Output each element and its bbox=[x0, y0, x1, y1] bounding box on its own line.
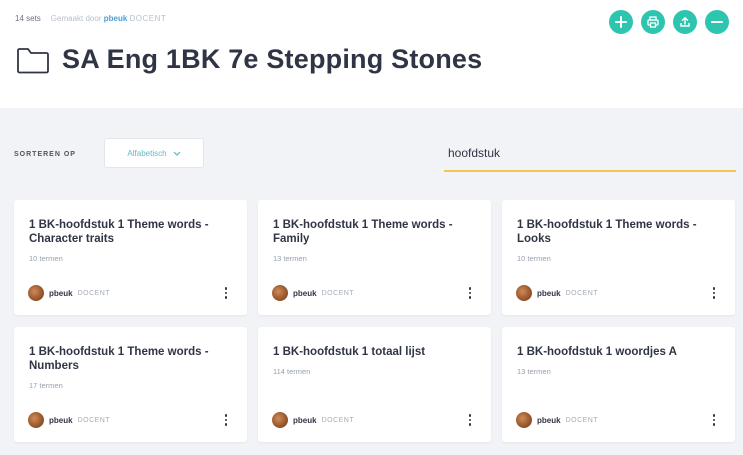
more-vertical-icon bbox=[712, 287, 716, 290]
set-title[interactable]: 1 BK-hoofdstuk 1 totaal lijst bbox=[273, 345, 478, 359]
set-term-count: 17 termen bbox=[29, 381, 63, 390]
more-options-button[interactable] bbox=[221, 412, 231, 428]
set-title[interactable]: 1 BK-hoofdstuk 1 Theme words - Character… bbox=[29, 218, 234, 246]
remove-button[interactable] bbox=[705, 10, 729, 34]
plus-icon bbox=[615, 16, 627, 28]
sort-dropdown[interactable]: Alfabetisch bbox=[104, 138, 204, 168]
avatar bbox=[516, 412, 532, 428]
sort-value: Alfabetisch bbox=[127, 148, 167, 158]
author-name: pbeuk bbox=[293, 288, 317, 298]
set-card[interactable]: 1 BK-hoofdstuk 1 Theme words - Looks 10 … bbox=[502, 200, 735, 315]
author-role: DOCENT bbox=[565, 289, 599, 297]
avatar bbox=[272, 412, 288, 428]
more-vertical-icon bbox=[468, 414, 472, 417]
set-term-count: 10 termen bbox=[29, 254, 63, 263]
folder-actions bbox=[609, 10, 729, 34]
set-term-count: 10 termen bbox=[517, 254, 551, 263]
made-by-role: DOCENT bbox=[129, 14, 167, 23]
author-name: pbeuk bbox=[293, 415, 317, 425]
sort-label: SORTEREN OP bbox=[14, 151, 76, 158]
made-by-label: Gemaakt door bbox=[50, 14, 102, 23]
set-author[interactable]: pbeuk DOCENT bbox=[28, 412, 110, 428]
set-term-count: 13 termen bbox=[517, 367, 551, 376]
author-role: DOCENT bbox=[77, 289, 111, 297]
author-name: pbeuk bbox=[537, 415, 561, 425]
print-icon bbox=[647, 16, 659, 28]
more-options-button[interactable] bbox=[221, 285, 231, 301]
sets-grid: 1 BK-hoofdstuk 1 Theme words - Character… bbox=[14, 200, 735, 442]
avatar bbox=[28, 285, 44, 301]
set-title[interactable]: 1 BK-hoofdstuk 1 Theme words - Looks bbox=[517, 218, 722, 246]
set-title[interactable]: 1 BK-hoofdstuk 1 Theme words - Numbers bbox=[29, 345, 234, 373]
minus-icon bbox=[711, 21, 723, 23]
set-term-count: 13 termen bbox=[273, 254, 307, 263]
more-options-button[interactable] bbox=[465, 285, 475, 301]
set-card[interactable]: 1 BK-hoofdstuk 1 Theme words - Character… bbox=[14, 200, 247, 315]
page-title: SA Eng 1BK 7e Stepping Stones bbox=[62, 44, 483, 74]
set-author[interactable]: pbeuk DOCENT bbox=[272, 412, 354, 428]
sets-count: 14 sets bbox=[15, 14, 41, 23]
folder-meta: 14 sets Gemaakt door pbeuk DOCENT bbox=[15, 14, 166, 23]
more-vertical-icon bbox=[224, 414, 228, 417]
avatar bbox=[272, 285, 288, 301]
set-author[interactable]: pbeuk DOCENT bbox=[516, 412, 598, 428]
set-card[interactable]: 1 BK-hoofdstuk 1 Theme words - Family 13… bbox=[258, 200, 491, 315]
search-field bbox=[444, 138, 736, 172]
more-vertical-icon bbox=[224, 287, 228, 290]
more-options-button[interactable] bbox=[709, 412, 719, 428]
author-name: pbeuk bbox=[537, 288, 561, 298]
print-button[interactable] bbox=[641, 10, 665, 34]
sets-panel: SORTEREN OP Alfabetisch 1 BK-hoofdstuk 1… bbox=[0, 108, 743, 455]
more-options-button[interactable] bbox=[709, 285, 719, 301]
upload-icon bbox=[680, 16, 690, 27]
search-input[interactable] bbox=[446, 140, 730, 166]
title-row: SA Eng 1BK 7e Stepping Stones bbox=[16, 44, 482, 75]
set-card[interactable]: 1 BK-hoofdstuk 1 totaal lijst 114 termen… bbox=[258, 327, 491, 442]
avatar bbox=[28, 412, 44, 428]
more-vertical-icon bbox=[712, 414, 716, 417]
set-card[interactable]: 1 BK-hoofdstuk 1 woordjes A 13 termen pb… bbox=[502, 327, 735, 442]
set-author[interactable]: pbeuk DOCENT bbox=[516, 285, 598, 301]
set-card[interactable]: 1 BK-hoofdstuk 1 Theme words - Numbers 1… bbox=[14, 327, 247, 442]
author-role: DOCENT bbox=[321, 289, 355, 297]
more-vertical-icon bbox=[468, 287, 472, 290]
author-name: pbeuk bbox=[49, 288, 73, 298]
set-term-count: 114 termen bbox=[273, 367, 311, 376]
set-author[interactable]: pbeuk DOCENT bbox=[28, 285, 110, 301]
chevron-down-icon bbox=[173, 151, 180, 156]
author-role: DOCENT bbox=[565, 416, 599, 424]
made-by-user-link[interactable]: pbeuk bbox=[104, 14, 128, 23]
share-button[interactable] bbox=[673, 10, 697, 34]
avatar bbox=[516, 285, 532, 301]
set-author[interactable]: pbeuk DOCENT bbox=[272, 285, 354, 301]
author-role: DOCENT bbox=[321, 416, 355, 424]
author-role: DOCENT bbox=[77, 416, 111, 424]
set-title[interactable]: 1 BK-hoofdstuk 1 woordjes A bbox=[517, 345, 722, 359]
add-button[interactable] bbox=[609, 10, 633, 34]
author-name: pbeuk bbox=[49, 415, 73, 425]
more-options-button[interactable] bbox=[465, 412, 475, 428]
set-title[interactable]: 1 BK-hoofdstuk 1 Theme words - Family bbox=[273, 218, 478, 246]
folder-icon bbox=[16, 46, 50, 74]
